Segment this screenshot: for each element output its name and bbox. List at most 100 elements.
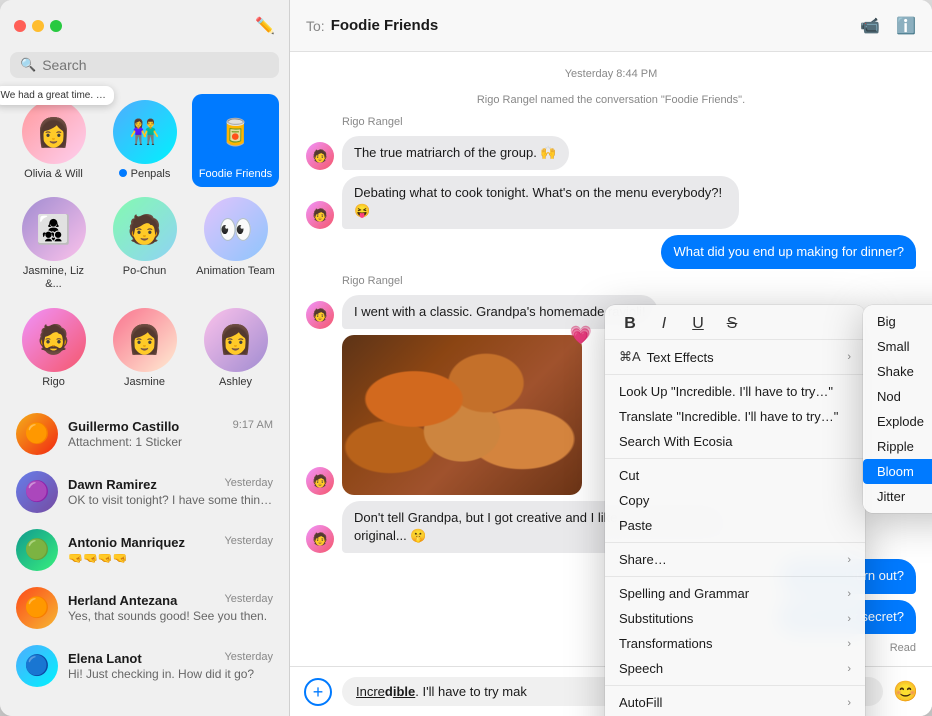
avatar: 🔵 [16,645,58,687]
list-info: Guillermo Castillo 9:17 AM Attachment: 1… [68,419,273,449]
contact-grid-item-jasmine2[interactable]: 👩Jasmine [101,302,188,395]
sidebar-titlebar: ✏️ [0,0,289,52]
contact-grid-item-rigo[interactable]: 🧔 Rigo [10,302,97,395]
list-item-elena[interactable]: 🔵 Elena Lanot Yesterday Hi! Just checkin… [4,637,285,695]
list-info: Antonio Manriquez Yesterday 🤜🤜🤜🤜 [68,535,273,565]
transformations-item[interactable]: Transformations › [605,631,865,656]
strikethrough-button[interactable]: S [721,315,743,333]
avatar: 🟠 [16,413,58,455]
substitutions-label: Substitutions [619,611,693,626]
search-ecosia-item[interactable]: Search With Ecosia [605,429,865,454]
contact-name: Po-Chun [123,265,166,278]
message-row: 🧑 The true matriarch of the group. 🙌 [306,136,916,170]
compose-button[interactable]: ✏️ [255,16,275,36]
message-time: Yesterday [224,593,273,608]
autofill-item[interactable]: AutoFill › [605,690,865,715]
avatar: 🧑 [306,201,334,229]
contact-name: Penpals [119,168,171,181]
context-menu: B I U S ⌘A Text Effects › Look Up "Incr [605,305,865,716]
contact-grid-item-animation-team[interactable]: 👀Animation Team [192,191,279,297]
menu-section-lookup: Look Up "Incredible. I'll have to try…" … [605,375,865,459]
underline-button[interactable]: U [687,315,709,333]
avatar: 🥫 [204,100,268,164]
avatar: 🧑 [306,467,334,495]
contact-grid-item-jasmine-liz[interactable]: 👩‍👧‍👦Jasmine, Liz &... [10,191,97,297]
avatar: 🧑 [306,301,334,329]
speech-item[interactable]: Speech › [605,656,865,681]
list-info: Herland Antezana Yesterday Yes, that sou… [68,593,273,623]
list-item-antonio[interactable]: 🟢 Antonio Manriquez Yesterday 🤜🤜🤜🤜 [4,521,285,579]
video-call-icon[interactable]: 📹 [860,16,880,36]
contact-grid-item-olivia-will[interactable]: We had a great time. Home with th...👩Oli… [10,94,97,187]
look-up-item[interactable]: Look Up "Incredible. I'll have to try…" [605,379,865,404]
paste-item[interactable]: Paste [605,513,865,538]
submenu-item-jitter[interactable]: Jitter [863,484,932,509]
text-effects-item[interactable]: ⌘A Text Effects › [605,344,865,370]
message-bubble: Debating what to cook tonight. What's on… [342,176,739,228]
submenu-item-bloom[interactable]: Bloom [863,459,932,484]
add-attachment-button[interactable]: + [304,678,332,706]
search-icon: 🔍 [20,57,36,73]
submenu-item-big[interactable]: Big [863,309,932,334]
message-time: Yesterday [224,535,273,550]
spelling-item[interactable]: Spelling and Grammar › [605,581,865,606]
message-bubble: The true matriarch of the group. 🙌 [342,136,569,170]
list-item-dawn[interactable]: 🟣 Dawn Ramirez Yesterday OK to visit ton… [4,463,285,521]
search-bar[interactable]: 🔍 [10,52,279,78]
chat-recipient: Foodie Friends [331,17,439,34]
substitutions-item[interactable]: Substitutions › [605,606,865,631]
avatar: 🧑 [113,197,177,261]
chevron-right-icon: › [847,351,851,363]
translate-item[interactable]: Translate "Incredible. I'll have to try…… [605,404,865,429]
contact-grid-item-pochun[interactable]: 🧑 Po-Chun [101,191,188,297]
chat-header: To: Foodie Friends 📹 ℹ️ [290,0,932,52]
search-input[interactable] [42,57,269,73]
italic-button[interactable]: I [653,315,675,333]
list-item-guillermo[interactable]: 🟠 Guillermo Castillo 9:17 AM Attachment:… [4,405,285,463]
text-effects-label: Text Effects [647,350,714,365]
avatar: 👀 [204,197,268,261]
menu-section-share: Share… › [605,543,865,577]
submenu-item-small[interactable]: Small [863,334,932,359]
submenu-item-explode[interactable]: Explode [863,409,932,434]
copy-label: Copy [619,493,649,508]
list-item-herland[interactable]: 🟠 Herland Antezana Yesterday Yes, that s… [4,579,285,637]
submenu-item-nod[interactable]: Nod [863,384,932,409]
list-info: Elena Lanot Yesterday Hi! Just checking … [68,651,273,681]
system-message-text: Rigo Rangel named the conversation "Food… [306,94,916,106]
avatar: 🧔 [22,308,86,372]
chevron-right-icon: › [847,554,851,566]
share-item[interactable]: Share… › [605,547,865,572]
bold-button[interactable]: B [619,315,641,333]
avatar: 🟠 [16,587,58,629]
list-info: Dawn Ramirez Yesterday OK to visit tonig… [68,477,273,507]
message-image [342,335,582,495]
emoji-button[interactable]: 😊 [893,679,918,704]
message-bubble: What did you end up making for dinner? [661,235,916,269]
to-label: To: [306,18,325,34]
submenu-item-shake[interactable]: Shake [863,359,932,384]
contact-name: Herland Antezana Yesterday [68,593,273,608]
menu-section-effects: ⌘A Text Effects › [605,340,865,375]
look-up-label: Look Up "Incredible. I'll have to try…" [619,384,833,399]
close-button[interactable] [14,20,26,32]
contacts-grid: We had a great time. Home with th...👩Oli… [0,88,289,405]
contact-name: Rigo [42,376,65,389]
cut-item[interactable]: Cut [605,463,865,488]
main-content: To: Foodie Friends 📹 ℹ️ Yesterday 8:44 P… [290,0,932,716]
search-ecosia-label: Search With Ecosia [619,434,732,449]
message-time: 9:17 AM [233,419,273,434]
contact-name: Jasmine [124,376,165,389]
contact-grid-item-penpals[interactable]: 👫Penpals [101,94,188,187]
autofill-label: AutoFill [619,695,662,710]
sender-name: Rigo Rangel [342,116,916,128]
contact-grid-item-foodie-friends[interactable]: 🥫Foodie Friends [192,94,279,187]
submenu-item-ripple[interactable]: Ripple [863,434,932,459]
copy-item[interactable]: Copy [605,488,865,513]
minimize-button[interactable] [32,20,44,32]
info-icon[interactable]: ℹ️ [896,16,916,36]
contact-grid-item-ashley[interactable]: 👩Ashley [192,302,279,395]
maximize-button[interactable] [50,20,62,32]
transformations-label: Transformations [619,636,712,651]
chevron-right-icon: › [847,638,851,650]
